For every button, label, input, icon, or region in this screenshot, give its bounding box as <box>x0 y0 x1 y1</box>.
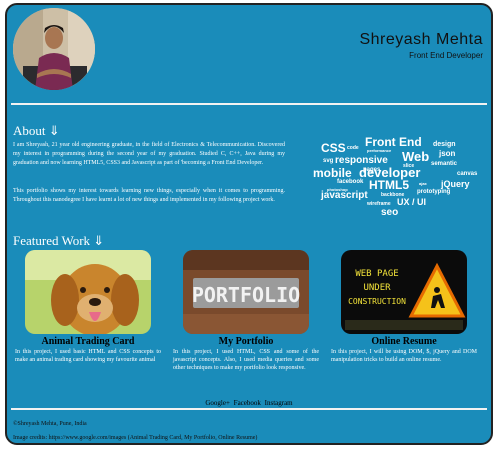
card-description: In this project, I used HTML, CSS and so… <box>173 349 319 371</box>
cloud-word: prototyping <box>417 189 451 195</box>
cloud-word: facebook <box>337 179 364 185</box>
link-facebook[interactable]: Facebook <box>234 399 261 407</box>
portfolio-card-image[interactable]: PORTFOLIO <box>183 250 309 334</box>
featured-heading: Featured Work ⇓ <box>13 233 105 248</box>
divider <box>11 408 487 410</box>
cloud-word: json <box>439 149 456 158</box>
skills-word-cloud: CSS code performance Front End design sv… <box>307 131 487 221</box>
cloud-word: svg <box>323 158 334 164</box>
cloud-word: HTML5 <box>369 178 409 192</box>
resume-image-text: UNDER <box>363 283 391 293</box>
cloud-word: CSS <box>321 141 346 155</box>
footer-image-credits: Image credits: https://www.google.com/im… <box>13 435 258 441</box>
project-card-portfolio[interactable]: PORTFOLIO My Portfolio In this project, … <box>171 250 321 372</box>
header-role: Front End Developer <box>409 51 483 60</box>
card-title[interactable]: My Portfolio <box>171 336 321 348</box>
cloud-word: semantic <box>431 161 458 167</box>
card-description: In this project, I will be using DOM, $,… <box>331 349 477 363</box>
card-title[interactable]: Online Resume <box>329 336 479 348</box>
resume-image-text: WEB PAGE <box>355 269 398 279</box>
project-card-animal-trading[interactable]: Animal Trading Card In this project, I u… <box>13 250 163 364</box>
about-paragraph: I am Shreyash, 21 year old engineering g… <box>13 142 285 166</box>
social-links: Google+ Facebook Instagram <box>7 399 491 407</box>
link-google-plus[interactable]: Google+ <box>205 399 230 407</box>
cloud-word: UX / UI <box>397 197 427 207</box>
link-instagram[interactable]: Instagram <box>265 399 293 407</box>
header: Shreyash Mehta Front End Developer <box>7 5 491 101</box>
about-paragraph: This portfolio shows my interest towards… <box>13 188 285 203</box>
cloud-word: javascript <box>321 190 368 201</box>
cloud-word: design <box>433 141 456 148</box>
cloud-word: ajax <box>419 181 427 186</box>
resume-image-text: CONSTRUCTION <box>348 297 406 306</box>
cloud-word: mobile <box>313 166 352 180</box>
cloud-word: Front End <box>365 135 422 149</box>
footer-copyright: ©Shreyash Mehta, Pune, India <box>13 421 87 427</box>
animal-card-image[interactable] <box>25 250 151 334</box>
resume-card-image[interactable]: WEB PAGE UNDER CONSTRUCTION <box>341 250 467 334</box>
cloud-word: seo <box>381 207 399 218</box>
page: Shreyash Mehta Front End Developer About… <box>5 3 493 445</box>
cloud-word: canvas <box>457 171 478 177</box>
cloud-word: jQuery <box>441 179 470 189</box>
card-description: In this project, I used basic HTML and C… <box>15 349 161 363</box>
cloud-word: code <box>347 145 359 151</box>
about-heading: About ⇓ <box>13 123 60 138</box>
cloud-word: Web <box>402 149 430 164</box>
avatar <box>13 8 95 90</box>
header-name: Shreyash Mehta <box>359 31 483 48</box>
portfolio-image-text: PORTFOLIO <box>192 283 300 307</box>
project-card-online-resume[interactable]: WEB PAGE UNDER CONSTRUCTION Online Resum… <box>329 250 479 364</box>
card-title[interactable]: Animal Trading Card <box>13 336 163 348</box>
divider <box>11 103 487 105</box>
